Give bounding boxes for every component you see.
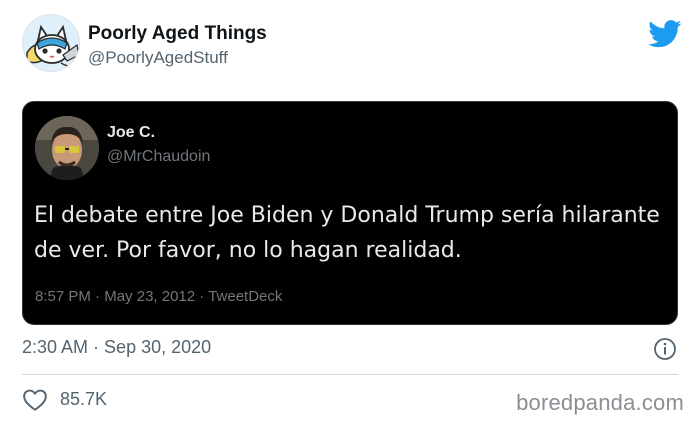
tweet-timestamp[interactable]: 2:30 AM · Sep 30, 2020 bbox=[22, 337, 211, 358]
like-count[interactable]: 85.7K bbox=[60, 389, 107, 410]
embedded-tweet-client: TweetDeck bbox=[208, 288, 283, 305]
embedded-tweet-meta: 8:57 PM · May 23, 2012 · TweetDeck bbox=[35, 288, 283, 305]
divider bbox=[22, 374, 678, 375]
tweet-date: Sep 30, 2020 bbox=[104, 337, 212, 357]
tweet-card: Poorly Aged Things @PoorlyAgedStuff Joe … bbox=[0, 0, 700, 426]
tweet-time: 2:30 AM bbox=[22, 337, 89, 357]
embedded-tweet-screenshot[interactable]: Joe C. @MrChaudoin El debate entre Joe B… bbox=[22, 101, 678, 325]
account-handle[interactable]: @PoorlyAgedStuff bbox=[88, 48, 228, 68]
account-avatar[interactable] bbox=[22, 14, 80, 72]
tweet-header: Poorly Aged Things @PoorlyAgedStuff bbox=[22, 14, 682, 76]
info-circle-icon[interactable] bbox=[653, 337, 677, 361]
embedded-tweet-time: 8:57 PM bbox=[35, 288, 91, 305]
embedded-author-avatar bbox=[35, 116, 99, 180]
embedded-tweet-text: El debate entre Joe Biden y Donald Trump… bbox=[34, 203, 660, 263]
embedded-tweet-date: May 23, 2012 bbox=[104, 288, 196, 305]
twitter-bird-icon[interactable] bbox=[648, 20, 682, 48]
heart-outline-icon[interactable] bbox=[22, 388, 48, 412]
watermark: boredpanda.com bbox=[516, 390, 684, 415]
embedded-author-handle: @MrChaudoin bbox=[107, 148, 211, 165]
account-display-name[interactable]: Poorly Aged Things bbox=[88, 23, 267, 45]
embedded-author-name: Joe C. bbox=[107, 124, 156, 141]
person-photo-icon bbox=[35, 116, 99, 180]
cartoon-cat-avatar-icon bbox=[23, 15, 79, 71]
